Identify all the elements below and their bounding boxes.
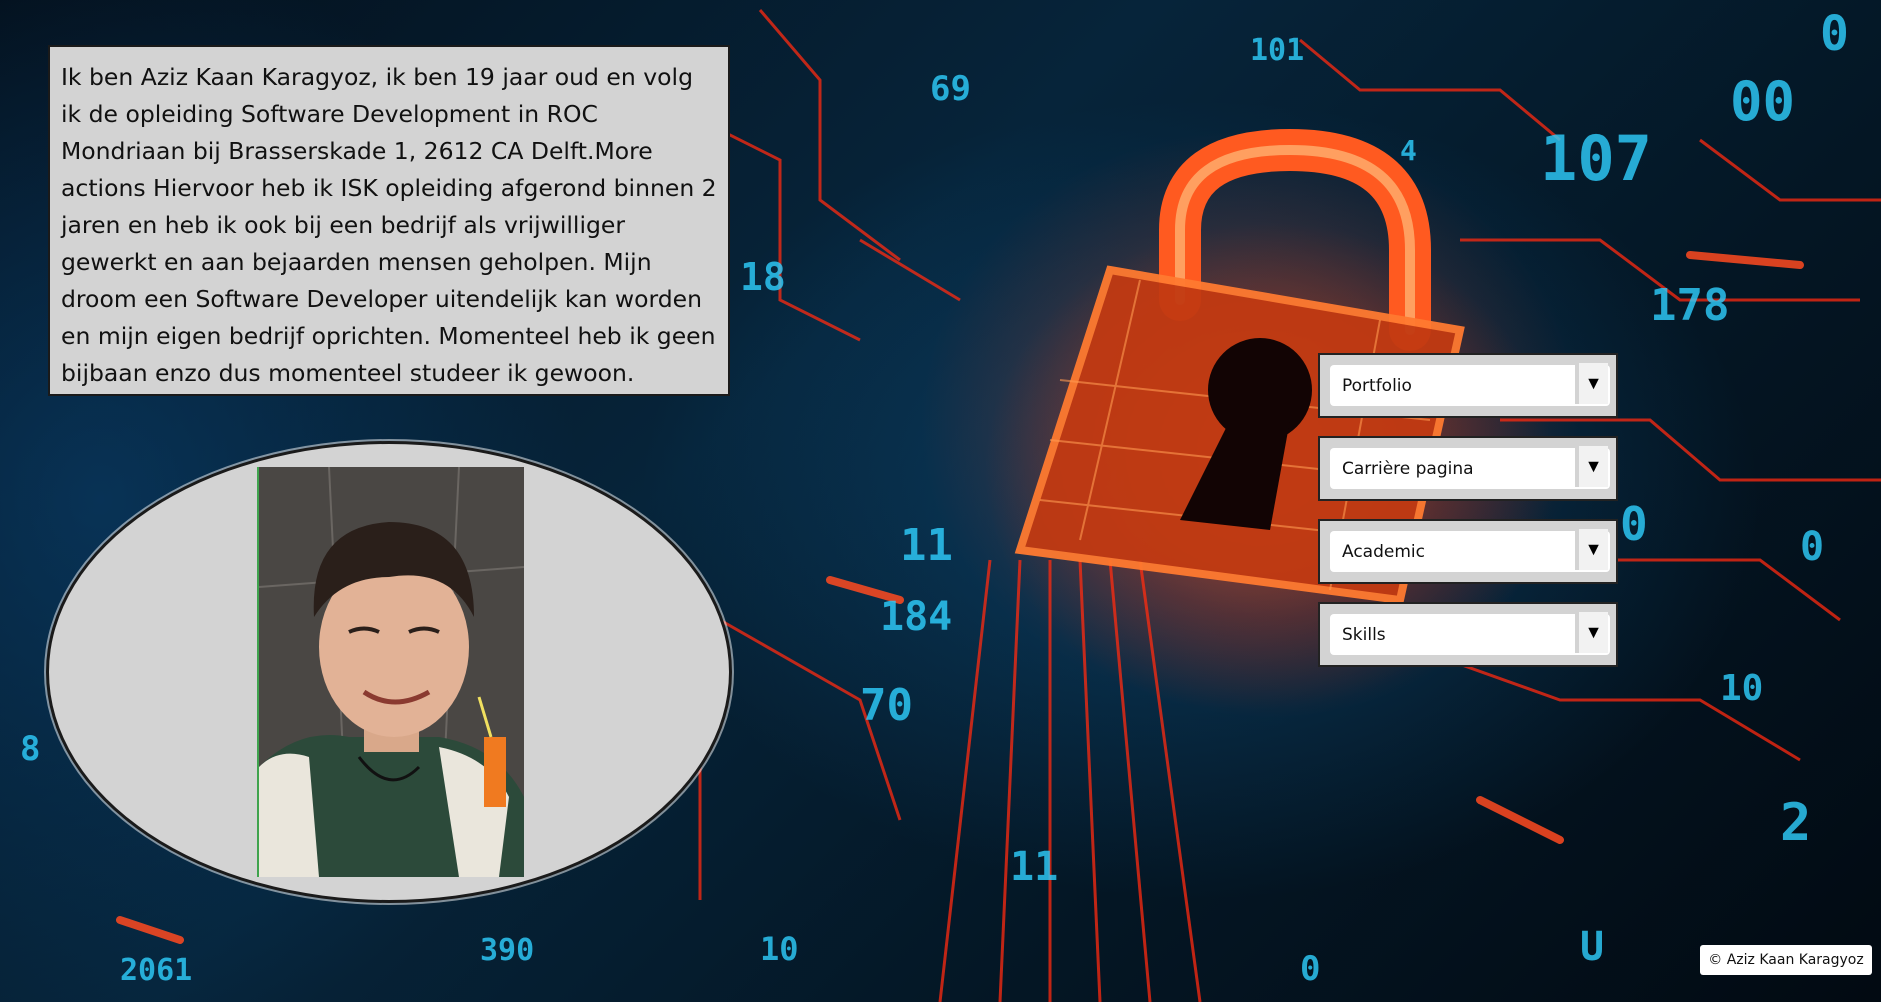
portfolio-dropdown[interactable]: Portfolio xyxy=(1330,365,1610,406)
svg-text:69: 69 xyxy=(930,69,971,109)
profile-photo-image xyxy=(259,467,524,877)
about-text: Ik ben Aziz Kaan Karagyoz, ik ben 19 jaa… xyxy=(61,63,717,387)
copyright-label: © Aziz Kaan Karagyoz xyxy=(1700,945,1872,975)
svg-text:2: 2 xyxy=(1780,793,1811,853)
nav-item-academic: Academic ▼ xyxy=(1318,519,1618,584)
svg-text:U: U xyxy=(1580,924,1604,970)
svg-text:00: 00 xyxy=(1730,70,1795,133)
svg-text:18: 18 xyxy=(740,255,786,299)
svg-text:10: 10 xyxy=(760,930,799,968)
svg-text:11: 11 xyxy=(1010,844,1058,890)
page: 107 00 0 178 11 184 70 11 0 2 0 18 69 10… xyxy=(0,0,1881,1002)
nav-item-carriere: Carrière pagina ▼ xyxy=(1318,436,1618,501)
nav-item-label: Academic xyxy=(1342,541,1425,562)
nav-item-skills: Skills ▼ xyxy=(1318,602,1618,667)
nav-item-portfolio: Portfolio ▼ xyxy=(1318,353,1618,418)
chevron-down-icon[interactable]: ▼ xyxy=(1575,529,1608,570)
svg-text:2061: 2061 xyxy=(120,953,192,988)
chevron-down-icon[interactable]: ▼ xyxy=(1575,612,1608,653)
nav-item-label: Portfolio xyxy=(1342,375,1412,396)
svg-text:0: 0 xyxy=(1800,524,1824,570)
about-text-box: Ik ben Aziz Kaan Karagyoz, ik ben 19 jaa… xyxy=(48,45,730,396)
chevron-down-icon[interactable]: ▼ xyxy=(1575,363,1608,404)
svg-text:0: 0 xyxy=(1620,497,1648,551)
nav-item-label: Carrière pagina xyxy=(1342,458,1474,479)
svg-text:0: 0 xyxy=(1300,949,1320,989)
svg-text:4: 4 xyxy=(1400,134,1417,167)
svg-text:70: 70 xyxy=(860,680,913,731)
svg-text:101: 101 xyxy=(1250,33,1304,68)
svg-text:107: 107 xyxy=(1540,122,1652,195)
chevron-down-icon[interactable]: ▼ xyxy=(1575,446,1608,487)
skills-dropdown[interactable]: Skills xyxy=(1330,614,1610,655)
carriere-dropdown[interactable]: Carrière pagina xyxy=(1330,448,1610,489)
svg-text:184: 184 xyxy=(880,594,952,640)
svg-text:0: 0 xyxy=(1820,6,1849,62)
svg-text:8: 8 xyxy=(20,729,40,769)
svg-text:390: 390 xyxy=(480,933,534,968)
profile-photo xyxy=(257,467,524,877)
nav-item-label: Skills xyxy=(1342,624,1386,645)
svg-text:178: 178 xyxy=(1650,280,1729,331)
svg-text:10: 10 xyxy=(1720,668,1763,709)
academic-dropdown[interactable]: Academic xyxy=(1330,531,1610,572)
